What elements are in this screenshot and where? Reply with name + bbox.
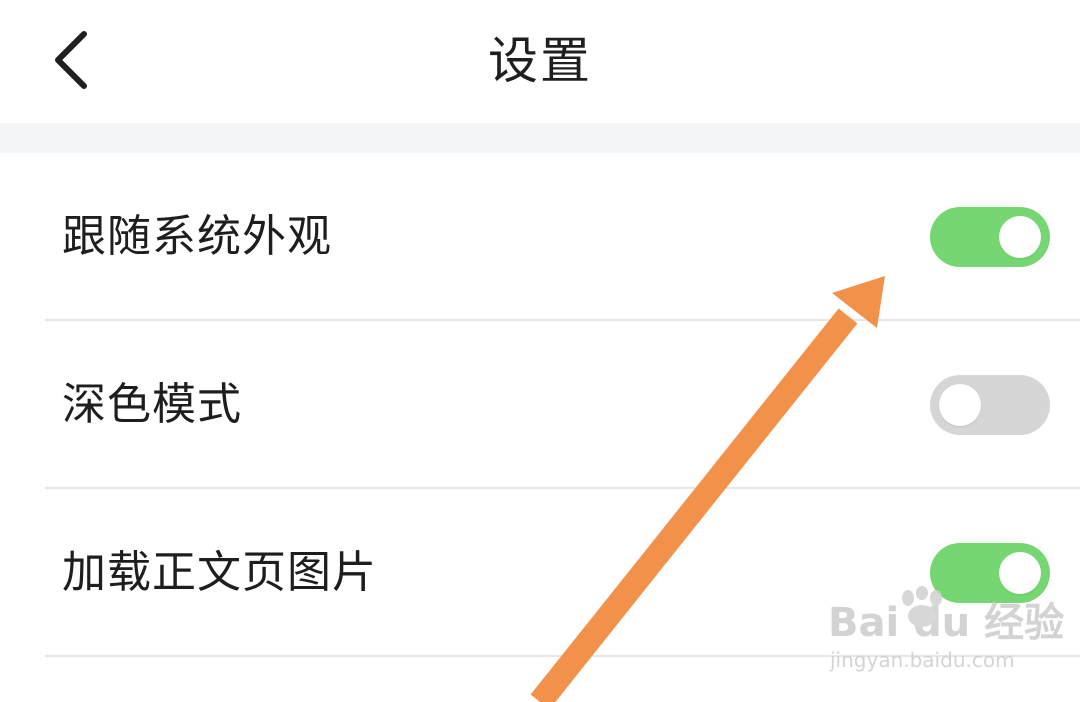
- watermark-url: jingyan.baidu.com: [830, 648, 1015, 672]
- chevron-left-icon: [55, 31, 87, 89]
- top-bar: 设置: [0, 0, 1080, 123]
- setting-label: 加载正文页图片: [62, 547, 377, 598]
- toggle-knob: [999, 216, 1041, 258]
- follow-system-toggle[interactable]: [930, 207, 1050, 267]
- setting-label: 跟随系统外观: [62, 211, 332, 262]
- paw-icon: [902, 586, 942, 627]
- toggle-knob: [999, 552, 1041, 594]
- page-title: 设置: [488, 32, 592, 90]
- dark-mode-toggle[interactable]: [930, 375, 1050, 435]
- back-button[interactable]: [40, 20, 110, 100]
- setting-row-follow-system: 跟随系统外观: [0, 153, 1080, 321]
- section-gap: [0, 123, 1080, 153]
- toggle-knob: [939, 384, 981, 426]
- setting-label: 深色模式: [62, 379, 242, 430]
- baidu-jingyan-watermark: Bai du 经验 jingyan.baidu.com: [828, 586, 1068, 680]
- setting-row-dark-mode: 深色模式: [0, 321, 1080, 489]
